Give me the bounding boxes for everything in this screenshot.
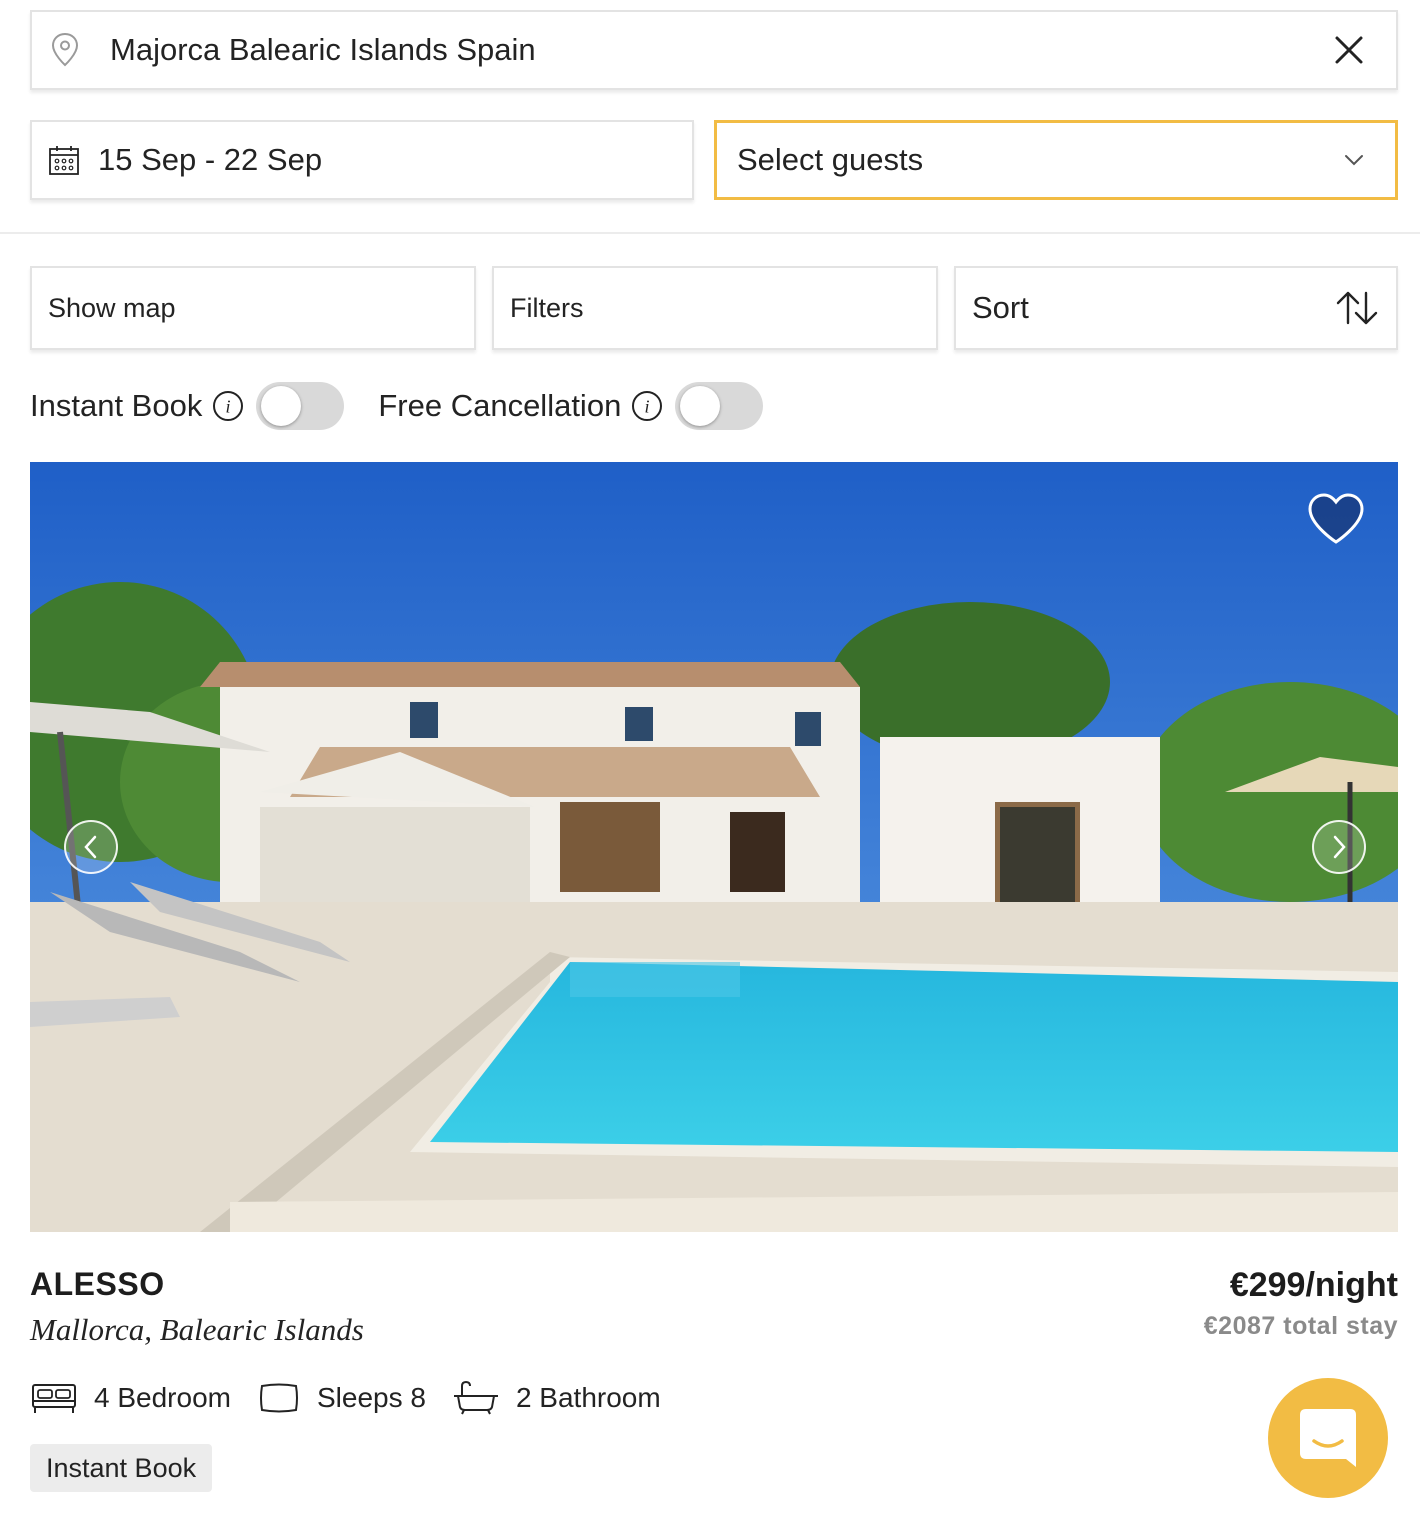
toggle-knob <box>680 386 721 426</box>
guests-placeholder: Select guests <box>737 142 924 177</box>
svg-text:i: i <box>645 397 650 417</box>
sort-label: Sort <box>972 290 1029 325</box>
chat-launcher-button[interactable] <box>1268 1378 1388 1498</box>
date-range-value: 15 Sep - 22 Sep <box>98 142 323 177</box>
heart-icon[interactable] <box>1306 492 1366 546</box>
instant-book-badge: Instant Book <box>30 1444 213 1492</box>
location-pin-icon <box>51 32 79 67</box>
sleeps-icon <box>259 1383 298 1413</box>
bed-icon <box>32 1384 76 1413</box>
amenity-sleeps: Sleeps 8 <box>257 1381 426 1415</box>
chevron-right-icon <box>1333 835 1346 859</box>
listing-location: Mallorca, Balearic Islands <box>30 1312 364 1347</box>
free-cancellation-toggle[interactable] <box>675 382 764 430</box>
toggle-knob <box>261 386 302 426</box>
location-search-field[interactable]: Majorca Balearic Islands Spain <box>30 10 1398 90</box>
amenity-bedrooms: 4 Bedroom <box>30 1381 231 1415</box>
svg-text:i: i <box>226 397 231 417</box>
listing-title[interactable]: ALESSO <box>30 1266 165 1303</box>
sort-button[interactable]: Sort <box>954 266 1398 350</box>
villa-pool-photo <box>30 462 1398 1232</box>
free-cancellation-toggle-label: Free Cancellation <box>378 388 622 423</box>
filters-label: Filters <box>510 292 584 323</box>
price-per-night: €299/night <box>1229 1266 1398 1304</box>
sleeps-label: Sleeps 8 <box>316 1382 426 1413</box>
filter-toggles: Instant Book i Free Cancellation i <box>30 380 764 432</box>
show-map-label: Show map <box>48 292 176 323</box>
listing-photo-carousel[interactable] <box>30 462 1398 1232</box>
chat-icon <box>1300 1409 1356 1467</box>
bathrooms-label: 2 Bathroom <box>515 1382 661 1413</box>
bathtub-icon <box>453 1380 498 1415</box>
guests-select[interactable]: Select guests <box>714 120 1398 200</box>
bedrooms-label: 4 Bedroom <box>94 1382 231 1413</box>
previous-photo-button[interactable] <box>64 820 118 874</box>
close-icon[interactable] <box>1332 33 1366 67</box>
instant-book-toggle[interactable] <box>256 382 345 430</box>
chevron-down-icon <box>1345 155 1363 166</box>
section-divider <box>0 232 1420 234</box>
amenity-bathrooms: 2 Bathroom <box>452 1380 661 1416</box>
next-photo-button[interactable] <box>1312 820 1366 874</box>
info-icon[interactable]: i <box>212 390 244 422</box>
total-stay-price: €2087 total stay <box>1203 1312 1398 1340</box>
filters-button[interactable]: Filters <box>492 266 938 350</box>
location-input[interactable]: Majorca Balearic Islands Spain <box>110 32 1332 68</box>
calendar-icon <box>49 146 79 175</box>
sort-arrows-icon <box>1336 291 1378 325</box>
info-icon[interactable]: i <box>631 390 663 422</box>
instant-book-toggle-label: Instant Book <box>30 388 203 423</box>
amenities-row: 4 Bedroom Sleeps 8 2 Bathroom <box>30 1376 687 1420</box>
date-range-field[interactable]: 15 Sep - 22 Sep <box>30 120 694 200</box>
show-map-button[interactable]: Show map <box>30 266 476 350</box>
chevron-left-icon <box>84 835 97 859</box>
